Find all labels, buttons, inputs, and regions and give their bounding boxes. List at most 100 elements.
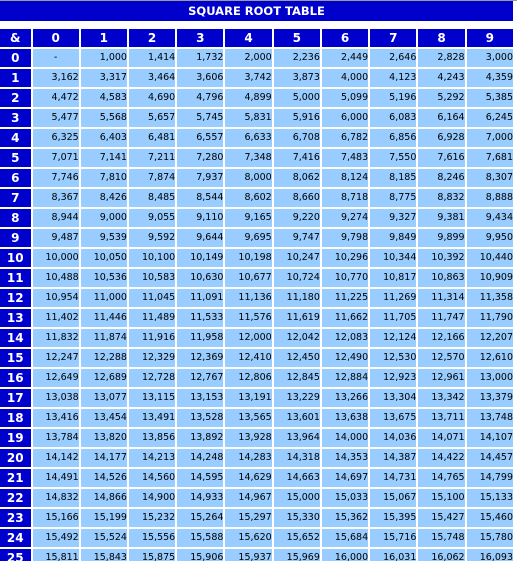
table-cell: 16,031	[370, 549, 419, 561]
table-cell: 15,297	[225, 509, 274, 529]
table-cell: 12,247	[32, 349, 81, 369]
table-cell: 2,236	[273, 49, 322, 69]
table-cell: 4,000	[321, 69, 371, 89]
table-cell: 2,449	[321, 49, 371, 69]
table-cell: 13,675	[370, 409, 419, 429]
row-header: 19	[0, 429, 33, 449]
row-header: 4	[0, 129, 33, 149]
table-cell: 14,422	[418, 449, 467, 469]
column-header-9: 9	[466, 29, 515, 49]
table-cell: 12,042	[273, 329, 322, 349]
table-cell: 13,964	[273, 429, 322, 449]
table-cell: 11,832	[32, 329, 81, 349]
table-cell: 11,747	[418, 309, 467, 329]
column-header-4: 4	[225, 29, 274, 49]
table-cell: 9,110	[177, 209, 226, 229]
table-row: 1 3,162 3,317 3,464 3,606 3,742 3,873 4,000 4,12…	[0, 69, 515, 89]
table-cell: 4,123	[370, 69, 419, 89]
table-cell: 11,533	[177, 309, 226, 329]
row-header: 17	[0, 389, 33, 409]
table-cell: 9,539	[80, 229, 129, 249]
table-cell: 14,866	[80, 489, 129, 509]
table-row: 24 15,492 15,524 15,556 15,588 15,620 15,652 15…	[0, 529, 515, 549]
table-cell: 14,000	[321, 429, 371, 449]
table-cell: 11,358	[466, 289, 515, 309]
table-cell: 12,410	[225, 349, 274, 369]
table-cell: 16,000	[321, 549, 371, 561]
table-cell: 5,916	[273, 109, 322, 129]
table-cell: 8,944	[32, 209, 81, 229]
table-cell: 1,732	[177, 49, 226, 69]
table-cell: 8,185	[370, 169, 419, 189]
table-row: 5 7,071 7,141 7,211 7,280 7,348 7,416 7,483 7,55…	[0, 149, 515, 169]
row-header: 7	[0, 189, 33, 209]
table-cell: 13,601	[273, 409, 322, 429]
table-cell: 14,832	[32, 489, 81, 509]
column-header-7: 7	[370, 29, 419, 49]
table-cell: 14,967	[225, 489, 274, 509]
table-cell: 14,933	[177, 489, 226, 509]
row-header: 2	[0, 89, 33, 109]
row-header: 14	[0, 329, 33, 349]
row-header: 21	[0, 469, 33, 489]
table-cell: 6,000	[321, 109, 371, 129]
square-root-table-container: & 0123456789 0-1,000 1,414 1,732 2,000 2,236…	[0, 29, 515, 561]
table-cell: 11,225	[321, 289, 371, 309]
table-cell: 16,093	[466, 549, 515, 561]
table-cell: 10,100	[128, 249, 178, 269]
table-cell: 12,845	[273, 369, 322, 389]
table-cell: 9,950	[466, 229, 515, 249]
table-cell: 3,000	[466, 49, 515, 69]
table-cell: 15,780	[466, 529, 515, 549]
table-cell: 4,796	[177, 89, 226, 109]
column-header-2: 2	[128, 29, 178, 49]
table-cell: 15,362	[321, 509, 371, 529]
row-header: 3	[0, 109, 33, 129]
header-row: & 0123456789	[0, 29, 515, 49]
row-header: 13	[0, 309, 33, 329]
table-cell: 10,440	[466, 249, 515, 269]
table-cell: 5,745	[177, 109, 226, 129]
table-cell: 10,488	[32, 269, 81, 289]
table-cell: 10,000	[32, 249, 81, 269]
table-cell: 14,213	[128, 449, 178, 469]
table-cell: 12,570	[418, 349, 467, 369]
column-header-3: 3	[177, 29, 226, 49]
table-cell: 15,427	[418, 509, 467, 529]
table-cell: 12,610	[466, 349, 515, 369]
square-root-table: & 0123456789 0-1,000 1,414 1,732 2,000 2,236…	[0, 29, 515, 561]
row-header: 20	[0, 449, 33, 469]
table-cell: 8,888	[466, 189, 515, 209]
table-cell: 10,630	[177, 269, 226, 289]
table-cell: 11,000	[80, 289, 129, 309]
table-cell: 13,077	[80, 389, 129, 409]
table-cell: 12,806	[225, 369, 274, 389]
table-cell: 12,207	[466, 329, 515, 349]
table-cell: 13,454	[80, 409, 129, 429]
table-cell: 8,426	[80, 189, 129, 209]
table-cell: 3,317	[80, 69, 129, 89]
table-cell: 14,142	[32, 449, 81, 469]
table-cell: 6,164	[418, 109, 467, 129]
table-row: 13 11,402 11,446 11,489 11,533 11,576 11,619 11…	[0, 309, 515, 329]
row-header: 8	[0, 209, 33, 229]
table-row: 25 15,811 15,843 15,875 15,906 15,937 15,969 16…	[0, 549, 515, 561]
table-cell: 10,724	[273, 269, 322, 289]
table-cell: 14,283	[225, 449, 274, 469]
table-cell: 7,071	[32, 149, 81, 169]
table-cell: 11,874	[80, 329, 129, 349]
table-cell: 9,000	[80, 209, 129, 229]
table-cell: 7,280	[177, 149, 226, 169]
table-cell: 3,873	[273, 69, 322, 89]
table-cell: 13,304	[370, 389, 419, 409]
table-cell: 6,856	[370, 129, 419, 149]
table-cell: 2,828	[418, 49, 467, 69]
table-cell: 13,038	[32, 389, 81, 409]
table-cell: 14,526	[80, 469, 129, 489]
table-cell: 11,269	[370, 289, 419, 309]
table-row: 8 8,944 9,000 9,055 9,110 9,165 9,220 9,274 9,32…	[0, 209, 515, 229]
table-cell: 12,450	[273, 349, 322, 369]
table-cell: 11,958	[177, 329, 226, 349]
table-row: 14 11,832 11,874 11,916 11,958 12,000 12,042 12…	[0, 329, 515, 349]
column-header-1: 1	[80, 29, 129, 49]
